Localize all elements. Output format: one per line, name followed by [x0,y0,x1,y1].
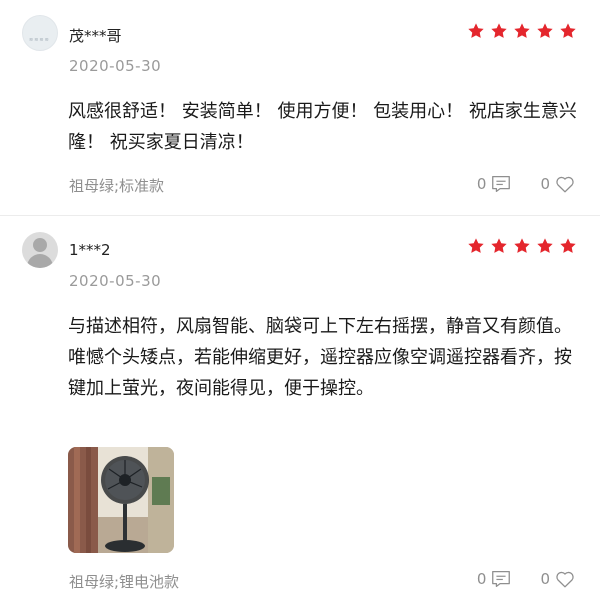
review-actions: 0 0 [477,568,576,590]
star-icon [560,238,576,253]
star-icon [491,23,507,38]
star-icon [560,23,576,38]
star-icon [514,23,530,38]
rating-stars [467,237,577,255]
review-date: 2020-05-30 [69,272,162,290]
comment-icon[interactable] [490,173,512,195]
review-item: ≋≋≋≋ 茂***哥 2020-05-30 风感很舒适！ 安装简单！ 使用方便！… [0,0,600,215]
comment-icon[interactable] [490,568,512,590]
star-icon [537,23,553,38]
like-count: 0 [540,175,550,193]
star-icon [468,23,484,38]
avatar-body [27,254,53,268]
avatar[interactable] [22,232,58,268]
avatar-head [33,238,47,252]
like-count: 0 [540,570,550,588]
username: 茂***哥 [69,27,122,45]
heart-icon[interactable] [554,568,576,590]
star-icon [514,238,530,253]
comment-count: 0 [476,175,487,193]
review-text: 风感很舒适！ 安装简单！ 使用方便！ 包装用心！ 祝店家生意兴隆！ 祝买家夏日清… [68,101,577,153]
review-text: 与描述相符，风扇智能、脑袋可上下左右摇摆，静音又有颜值。唯憾个头矮点，若能伸缩更… [68,316,572,399]
star-icon [537,238,553,253]
product-variant: 祖母绿;锂电池款 [69,573,180,591]
heart-icon[interactable] [554,173,576,195]
review-date: 2020-05-30 [69,57,162,75]
product-variant: 祖母绿;标准款 [69,177,165,195]
avatar[interactable]: ≋≋≋≋ [22,15,58,51]
review-actions: 0 0 [477,173,576,195]
star-icon [491,238,507,253]
rating-stars [467,22,577,40]
username: 1***2 [69,241,111,259]
fan-photo-image [68,447,174,553]
review-photo[interactable] [68,447,174,553]
avatar-logo: ≋≋≋≋ [29,37,50,43]
review-item: 1***2 2020-05-30 与描述相符，风扇智能、脑袋可上下左右摇摆，静音… [0,215,600,611]
star-icon [468,238,484,253]
comment-count: 0 [476,570,487,588]
